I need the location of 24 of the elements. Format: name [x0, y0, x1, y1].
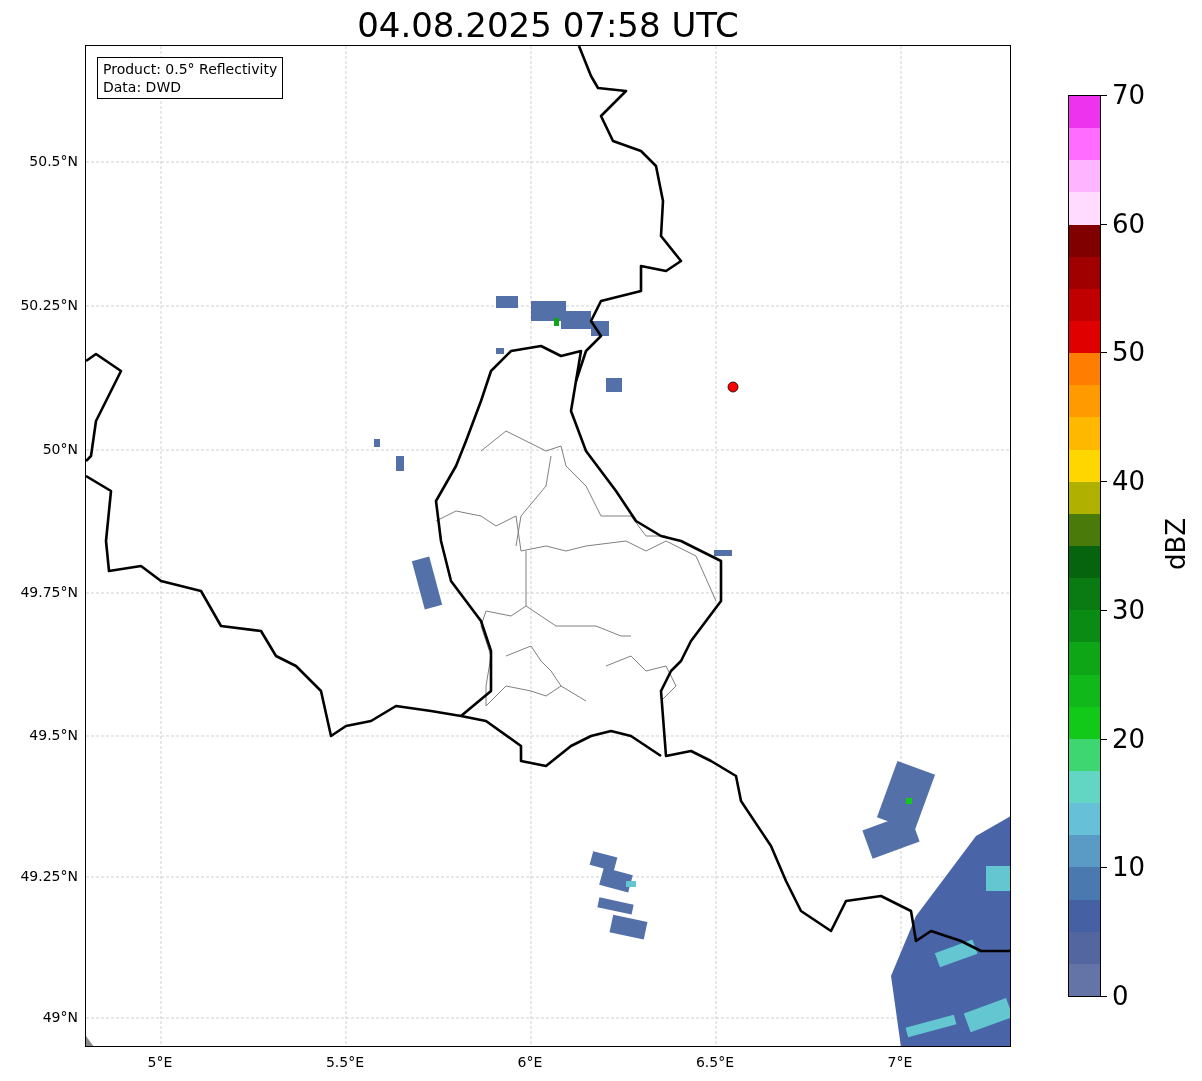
- longitude-label: 6.5°E: [694, 1053, 736, 1071]
- colorbar-tick-label: 60: [1112, 208, 1146, 239]
- colorbar-tick-label: 10: [1112, 852, 1146, 883]
- latitude-label: 49.5°N: [29, 726, 78, 744]
- colorbar-tick-label: 70: [1112, 80, 1146, 110]
- longitude-label: 5.5°E: [324, 1053, 366, 1071]
- colorbar-tick-label: 0: [1112, 981, 1129, 1011]
- colorbar-label: dBZ: [1160, 517, 1193, 571]
- latitude-label: 49.75°N: [20, 583, 78, 601]
- legend-text: Data: DWD: [103, 78, 182, 96]
- colorbar-tick-label: 30: [1112, 594, 1146, 625]
- longitude-label: 5°E: [146, 1053, 174, 1071]
- colorbar-tick-label: 40: [1112, 466, 1146, 497]
- latitude-label: 50°N: [42, 440, 78, 458]
- latitude-label: 49.25°N: [20, 867, 78, 885]
- latitude-label: 50.5°N: [29, 152, 78, 170]
- colorbar-tick-label: 50: [1112, 337, 1146, 368]
- legend-text: Product: 0.5° Reflectivity: [103, 60, 278, 78]
- longitude-label: 6°E: [516, 1053, 544, 1071]
- latitude-label: 49°N: [42, 1008, 78, 1026]
- latitude-label: 50.25°N: [20, 296, 78, 314]
- chart-title: 04.08.2025 07:58 UTC: [356, 4, 740, 47]
- colorbar-tick-label: 20: [1112, 723, 1146, 754]
- longitude-label: 7°E: [886, 1053, 914, 1071]
